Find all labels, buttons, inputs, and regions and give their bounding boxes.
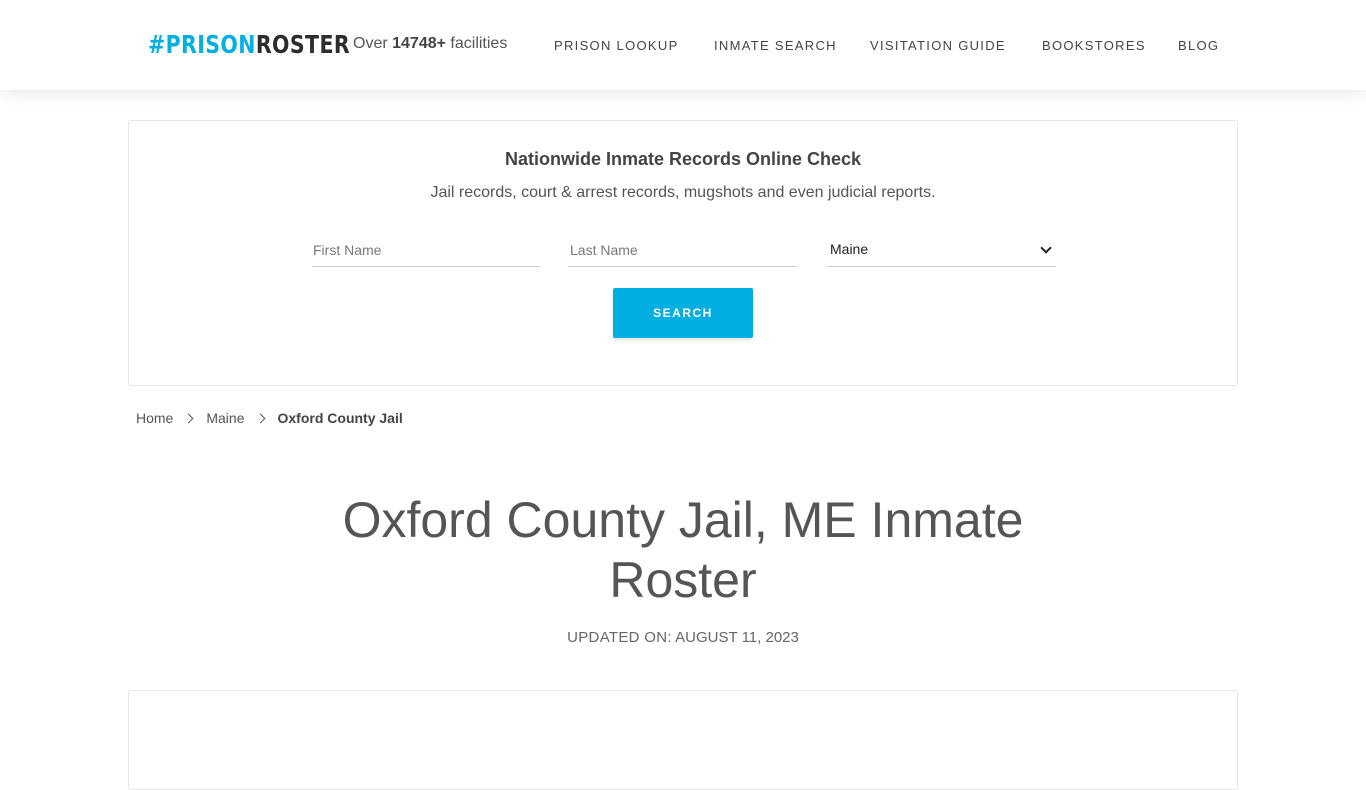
updated-label: UPDATED ON: [567, 629, 672, 646]
main-nav: PRISON LOOKUP INMATE SEARCH VISITATION G… [0, 38, 1366, 54]
updated-value: AUGUST 11, 2023 [675, 629, 799, 646]
chevron-right-icon [255, 413, 265, 423]
search-button[interactable]: SEARCH [613, 288, 753, 338]
chevron-down-icon [1040, 242, 1052, 254]
search-card-subtitle: Jail records, court & arrest records, mu… [430, 184, 936, 201]
site-header: # PRISON ROSTER Over 14748+ facilities PRI… [0, 0, 1366, 90]
state-select-value: Maine [830, 241, 869, 257]
breadcrumb: Home Maine Oxford County Jail [136, 408, 403, 428]
nav-prison-lookup[interactable]: PRISON LOOKUP [554, 38, 679, 53]
breadcrumb-maine[interactable]: Maine [206, 410, 244, 426]
first-name-input[interactable] [312, 233, 540, 267]
updated-date: UPDATED ON: AUGUST 11, 2023 [0, 629, 1366, 646]
breadcrumb-home[interactable]: Home [136, 410, 173, 426]
breadcrumb-current: Oxford County Jail [277, 410, 403, 426]
nav-blog[interactable]: BLOG [1178, 38, 1219, 53]
nav-visitation-guide[interactable]: VISITATION GUIDE [870, 38, 1006, 53]
content-card [128, 690, 1238, 790]
inmate-search-card: Nationwide Inmate Records Online Check J… [128, 120, 1238, 386]
search-card-title: Nationwide Inmate Records Online Check [504, 149, 862, 169]
page-title: Oxford County Jail, ME Inmate Roster [342, 492, 1024, 608]
last-name-input[interactable] [569, 233, 797, 267]
chevron-right-icon [183, 413, 194, 423]
nav-bookstores[interactable]: BOOKSTORES [1042, 38, 1146, 53]
nav-inmate-search[interactable]: INMATE SEARCH [714, 38, 837, 53]
state-select[interactable]: Maine [827, 233, 1055, 267]
